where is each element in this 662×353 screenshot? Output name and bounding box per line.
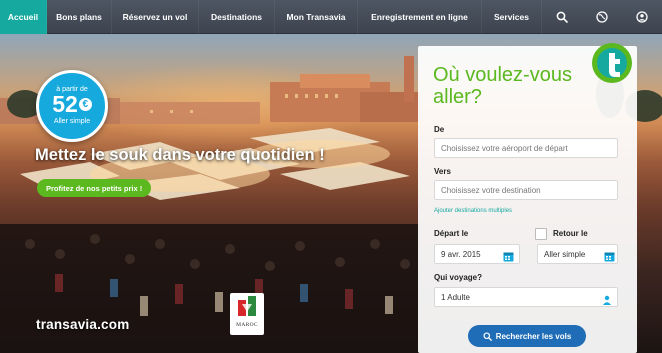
- departure-airport-field[interactable]: Choisissez votre aéroport de départ: [434, 138, 618, 158]
- calendar-icon[interactable]: [503, 249, 514, 262]
- calendar-icon[interactable]: [604, 249, 615, 262]
- promo-button[interactable]: Profitez de nos petits prix !: [37, 179, 152, 197]
- user-dropdown-icon[interactable]: [602, 292, 612, 305]
- search-icon: [483, 331, 492, 341]
- hero-title: Mettez le souk dans votre quotidien !: [35, 146, 325, 164]
- top-navigation: Accueil Bons plans Réservez un vol Desti…: [0, 0, 662, 34]
- price-badge[interactable]: à partir de 52 € Aller simple: [36, 70, 108, 142]
- nav-item-mon-transavia[interactable]: Mon Transavia: [275, 0, 358, 34]
- search-icon[interactable]: [542, 0, 582, 34]
- nav-item-enregistrement[interactable]: Enregistrement en ligne: [358, 0, 482, 34]
- price-currency: €: [78, 98, 92, 111]
- nav-item-accueil[interactable]: Accueil: [0, 0, 47, 34]
- price-amount: 52: [52, 91, 78, 117]
- from-label: De: [434, 125, 445, 134]
- maroc-partner-logo[interactable]: MAROC: [230, 293, 264, 335]
- globe-icon[interactable]: [582, 0, 622, 34]
- to-label: Vers: [434, 167, 451, 176]
- nav-item-destinations[interactable]: Destinations: [199, 0, 275, 34]
- maroc-label: MAROC: [236, 322, 258, 328]
- return-label: Retour le: [553, 229, 588, 238]
- passengers-label: Qui voyage?: [434, 273, 483, 282]
- destination-field[interactable]: Choisissez votre destination: [434, 180, 618, 200]
- transavia-logo[interactable]: transavia.com: [36, 317, 129, 332]
- search-title: Où voulez-vous aller?: [433, 64, 572, 108]
- user-icon[interactable]: [622, 0, 662, 34]
- nav-item-reservez-un-vol[interactable]: Réservez un vol: [112, 0, 199, 34]
- price-suffix: Aller simple: [53, 118, 91, 125]
- return-checkbox[interactable]: [535, 228, 547, 240]
- depart-label: Départ le: [434, 229, 469, 238]
- search-flights-button[interactable]: Rechercher les vols: [468, 325, 586, 347]
- passengers-select[interactable]: 1 Adulte: [434, 287, 618, 307]
- transavia-t-logo-icon: [588, 42, 636, 84]
- maroc-emblem-icon: [238, 296, 256, 320]
- multi-destination-link[interactable]: Ajouter destinations multiples: [434, 208, 512, 214]
- search-button-label: Rechercher les vols: [495, 331, 572, 341]
- nav-item-services[interactable]: Services: [482, 0, 542, 34]
- nav-item-bons-plans[interactable]: Bons plans: [47, 0, 112, 34]
